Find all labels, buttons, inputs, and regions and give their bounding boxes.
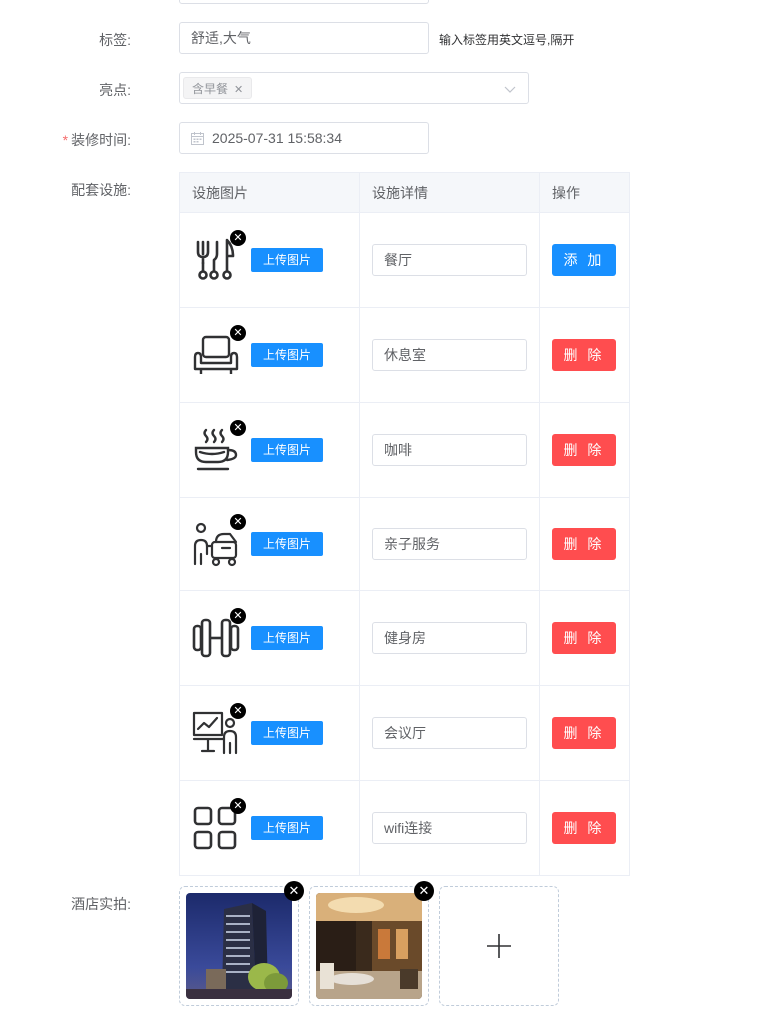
highlights-label: 亮点:	[99, 82, 131, 98]
table-header-row: 设施图片 设施详情 操作	[179, 172, 630, 213]
grid-icon: ✕	[192, 798, 246, 852]
hotel-photo-image	[186, 893, 292, 999]
highlight-tag: 含早餐 ✕	[183, 77, 253, 99]
operation-cell: 删 除	[539, 402, 630, 498]
operation-cell: 删 除	[539, 685, 630, 781]
table-row: ✕ 上传图片 休息室删 除	[179, 307, 630, 403]
facilities-label: 配套设施:	[71, 182, 131, 198]
upload-image-button[interactable]: 上传图片	[251, 721, 323, 745]
restaurant-icon: ✕	[192, 230, 246, 284]
delete-facility-button[interactable]: 删 除	[552, 812, 616, 844]
table-row: ✕ 上传图片 亲子服务删 除	[179, 497, 630, 591]
delete-facility-button[interactable]: 删 除	[552, 528, 616, 560]
operation-cell: 删 除	[539, 590, 630, 686]
upload-image-button[interactable]: 上传图片	[251, 532, 323, 556]
renovation-label-text: 装修时间:	[71, 132, 131, 148]
remove-image-icon[interactable]: ✕	[230, 230, 246, 246]
table-row: ✕ 上传图片 餐厅添 加	[179, 212, 630, 308]
delete-facility-button[interactable]: 删 除	[552, 339, 616, 371]
tags-input[interactable]: 舒适,大气	[179, 22, 429, 54]
operation-cell: 添 加	[539, 212, 630, 308]
facility-detail-cell: 健身房	[359, 590, 540, 686]
upload-image-button[interactable]: 上传图片	[251, 343, 323, 367]
upload-image-button[interactable]: 上传图片	[251, 626, 323, 650]
remove-image-icon[interactable]: ✕	[230, 608, 246, 624]
remove-image-icon[interactable]: ✕	[230, 798, 246, 814]
facility-detail-input[interactable]: wifi连接	[372, 812, 527, 844]
add-photo-button[interactable]	[439, 886, 559, 1006]
required-mark: *	[62, 132, 69, 148]
delete-facility-button[interactable]: 删 除	[552, 717, 616, 749]
facility-image-cell: ✕ 上传图片	[179, 307, 360, 403]
upload-image-button[interactable]: 上传图片	[251, 248, 323, 272]
facility-detail-input[interactable]: 休息室	[372, 339, 527, 371]
facility-detail-input[interactable]: 咖啡	[372, 434, 527, 466]
facilities-table: 设施图片 设施详情 操作 ✕ 上传图片 餐厅添 加 ✕ 上传图片 休息室删 除 ✕ 上传图片咖…	[179, 172, 630, 876]
delete-facility-button[interactable]: 删 除	[552, 434, 616, 466]
facility-detail-input[interactable]: 亲子服务	[372, 528, 527, 560]
renovation-datetime-value: 2025-07-31 15:58:34	[212, 130, 342, 146]
remove-image-icon[interactable]: ✕	[230, 420, 246, 436]
facility-image-cell: ✕ 上传图片	[179, 590, 360, 686]
upload-image-button[interactable]: 上传图片	[251, 438, 323, 462]
renovation-datetime-input[interactable]: 2025-07-31 15:58:34	[179, 122, 429, 154]
upload-image-button[interactable]: 上传图片	[251, 816, 323, 840]
family-icon: ✕	[192, 514, 246, 568]
facility-detail-cell: 会议厅	[359, 685, 540, 781]
header-facility-image: 设施图片	[179, 172, 360, 213]
highlights-select[interactable]: 含早餐 ✕	[179, 72, 529, 104]
facility-image-cell: ✕ 上传图片	[179, 780, 360, 876]
armchair-icon: ✕	[192, 325, 246, 379]
table-row: ✕ 上传图片 咖啡删 除	[179, 402, 630, 498]
remove-photo-icon[interactable]: ✕	[284, 881, 304, 901]
hotel-photo-image	[316, 893, 422, 999]
facility-image-cell: ✕ 上传图片	[179, 212, 360, 308]
add-facility-button[interactable]: 添 加	[552, 244, 616, 276]
facility-image-cell: ✕ 上传图片	[179, 497, 360, 591]
coffee-icon: ✕	[192, 420, 246, 474]
plus-icon	[487, 934, 511, 958]
facility-detail-cell: 餐厅	[359, 212, 540, 308]
facility-image-cell: ✕ 上传图片	[179, 402, 360, 498]
facility-detail-cell: 亲子服务	[359, 497, 540, 591]
photos-label: 酒店实拍:	[71, 896, 131, 912]
meeting-icon: ✕	[192, 703, 246, 757]
remove-image-icon[interactable]: ✕	[230, 514, 246, 530]
operation-cell: 删 除	[539, 497, 630, 591]
facility-detail-input[interactable]: 健身房	[372, 622, 527, 654]
facility-detail-cell: 休息室	[359, 307, 540, 403]
highlight-tag-label: 含早餐	[192, 82, 229, 96]
facility-image-cell: ✕ 上传图片	[179, 685, 360, 781]
facility-detail-input[interactable]: 会议厅	[372, 717, 527, 749]
remove-photo-icon[interactable]: ✕	[414, 881, 434, 901]
previous-field-input[interactable]	[179, 0, 429, 4]
facility-detail-input[interactable]: 餐厅	[372, 244, 527, 276]
tags-label: 标签:	[99, 32, 131, 48]
remove-image-icon[interactable]: ✕	[230, 703, 246, 719]
table-row: ✕ 上传图片 会议厅删 除	[179, 685, 630, 781]
table-row: ✕ 上传图片 wifi连接删 除	[179, 780, 630, 876]
close-icon[interactable]: ✕	[234, 84, 243, 96]
calendar-icon	[191, 132, 204, 145]
header-facility-detail: 设施详情	[359, 172, 540, 213]
dumbbell-icon: ✕	[192, 608, 246, 662]
facility-detail-cell: wifi连接	[359, 780, 540, 876]
facility-detail-cell: 咖啡	[359, 402, 540, 498]
renovation-label: * 装修时间:	[63, 130, 131, 150]
hotel-photo-1[interactable]: ✕	[179, 881, 304, 1006]
hotel-photo-2[interactable]: ✕	[309, 881, 434, 1006]
operation-cell: 删 除	[539, 780, 630, 876]
header-operation: 操作	[539, 172, 630, 213]
delete-facility-button[interactable]: 删 除	[552, 622, 616, 654]
chevron-down-icon[interactable]	[504, 83, 516, 95]
tags-hint: 输入标签用英文逗号,隔开	[439, 33, 575, 47]
remove-image-icon[interactable]: ✕	[230, 325, 246, 341]
table-row: ✕ 上传图片 健身房删 除	[179, 590, 630, 686]
operation-cell: 删 除	[539, 307, 630, 403]
